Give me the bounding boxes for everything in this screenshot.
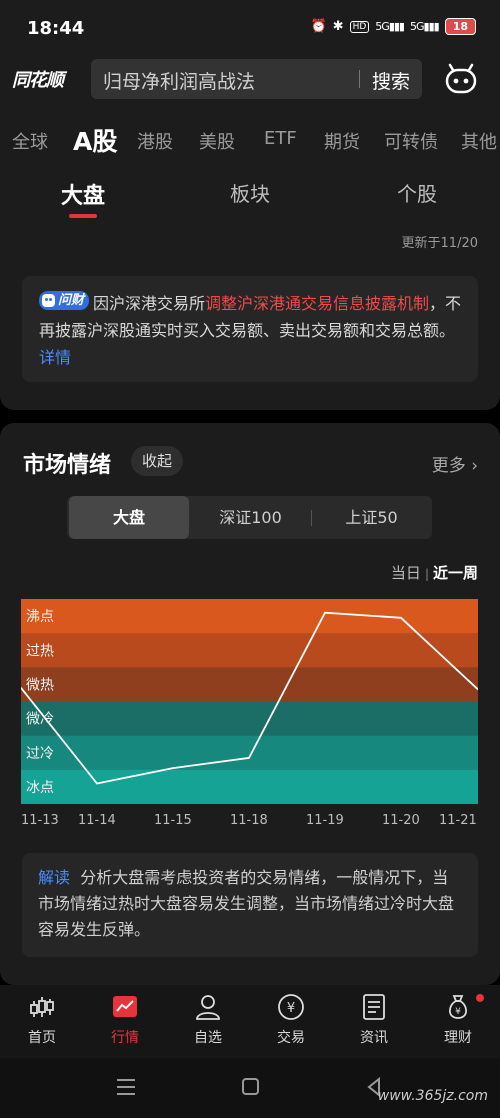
- sentiment-band: [21, 735, 478, 771]
- x-tick: 11-15: [154, 813, 192, 828]
- tab-etf[interactable]: ETF: [264, 128, 297, 149]
- notice-prefix: 因沪深港交易所: [93, 294, 206, 313]
- search-bar[interactable]: 归母净利润高战法 搜索: [91, 59, 422, 99]
- band-label: 冰点: [26, 780, 54, 796]
- interpretation-label: 解读: [38, 868, 71, 887]
- hd-icon: HD: [349, 20, 370, 33]
- x-tick: 11-18: [230, 813, 268, 828]
- updated-time: 更新于11/20: [401, 236, 478, 251]
- search-divider: [359, 70, 360, 88]
- nav-news[interactable]: 资讯: [334, 993, 414, 1047]
- battery-icon: 18: [444, 18, 476, 35]
- app-logo[interactable]: 同花顺: [12, 66, 64, 92]
- user-star-icon: [196, 995, 220, 1020]
- candlestick-icon: [30, 997, 54, 1017]
- tab-a-shares[interactable]: A股: [73, 122, 117, 158]
- notice-highlight[interactable]: 调整沪深港通交易信息披露机制: [205, 294, 429, 313]
- notification-dot: [476, 994, 484, 1002]
- index-segmented-control: 大盘 深证100 上证50: [67, 496, 432, 539]
- subtab-sectors[interactable]: 板块: [230, 178, 270, 207]
- market-sentiment-card: 市场情绪 收起 更多 › 大盘 深证100 上证50 当日 | 近一周 沸点过热微热…: [0, 423, 500, 985]
- svg-text:¥: ¥: [455, 1007, 461, 1017]
- sentiment-chart: 沸点 过热 微热 微冷 过冷 冰点: [20, 599, 479, 826]
- svg-text:¥: ¥: [287, 1001, 295, 1016]
- sentiment-title: 市场情绪: [23, 453, 112, 478]
- interpretation-body: 分析大盘需考虑投资者的交易情绪，一般情况下，当市场情绪过热时大盘容易发生调整，当…: [38, 868, 455, 939]
- notice-text: 问财 因沪深港交易所调整沪深港通交易信息披露机制，不再披露沪深股通实时买入交易额、…: [39, 290, 464, 371]
- band-label: 过冷: [26, 746, 54, 762]
- nav-trade[interactable]: ¥ 交易: [251, 993, 331, 1047]
- sentiment-chart-svg: 沸点过热微热微冷过冷冰点: [20, 599, 479, 805]
- nav-watchlist[interactable]: 自选: [168, 993, 248, 1047]
- home-square-icon[interactable]: [242, 1078, 259, 1095]
- market-chart-icon: [113, 996, 137, 1017]
- interpretation-box: 解读 分析大盘需考虑投资者的交易情绪，一般情况下，当市场情绪过热时大盘容易发生调…: [22, 853, 478, 957]
- x-tick: 11-19: [306, 813, 344, 828]
- system-navigation-bar: www.365jz.com: [0, 1058, 500, 1118]
- menu-icon[interactable]: [117, 1079, 135, 1095]
- segment-market[interactable]: 大盘: [69, 496, 189, 539]
- band-label: 微热: [26, 677, 54, 693]
- bluetooth-icon: ✱: [332, 19, 344, 34]
- period-week[interactable]: 近一周: [433, 564, 478, 582]
- document-icon: [363, 994, 385, 1020]
- subtab-index[interactable]: 大盘: [61, 178, 105, 210]
- nav-wealth[interactable]: ¥ 理财: [418, 993, 498, 1047]
- x-tick: 11-20: [382, 813, 420, 828]
- period-toggle: 当日 | 近一周: [391, 562, 478, 583]
- signal-icon-2: 5G▮▮▮: [409, 20, 440, 33]
- market-overview-card: 大盘 板块 个股 更新于11/20 问财 因沪深港交易所调整沪深港通交易信息披露机…: [0, 166, 500, 410]
- notice-box[interactable]: 问财 因沪深港交易所调整沪深港通交易信息披露机制，不再披露沪深股通实时买入交易额、…: [22, 276, 478, 382]
- bottom-navigation: 首页 行情 自选 ¥ 交易 资讯 ¥ 理财: [0, 985, 500, 1058]
- nav-market[interactable]: 行情: [85, 993, 165, 1047]
- market-tabs: 全球 A股 港股 美股 ETF 期货 可转债 其他: [0, 108, 500, 166]
- x-tick: 11-13: [21, 813, 59, 828]
- robot-assistant-icon[interactable]: [444, 62, 478, 96]
- more-link[interactable]: 更多 ›: [432, 451, 478, 476]
- wencai-badge: 问财: [39, 291, 90, 310]
- tab-futures[interactable]: 期货: [324, 128, 360, 154]
- status-bar: 18:44 ⏰ ✱ HD 5G▮▮▮ 5G▮▮▮ 18: [0, 0, 500, 52]
- tab-us-stocks[interactable]: 美股: [199, 128, 235, 154]
- tab-convertible-bonds[interactable]: 可转债: [384, 128, 438, 154]
- watermark: www.365jz.com: [377, 1088, 488, 1104]
- tab-other[interactable]: 其他: [461, 128, 497, 154]
- subtab-underline: [69, 214, 97, 218]
- sentiment-band: [21, 599, 478, 634]
- sentiment-band: [21, 667, 478, 702]
- status-icons: ⏰ ✱ HD 5G▮▮▮ 5G▮▮▮ 18: [310, 18, 476, 35]
- search-input[interactable]: 归母净利润高战法: [103, 67, 255, 94]
- band-label: 沸点: [26, 609, 54, 625]
- segment-sh50[interactable]: 上证50: [311, 496, 432, 539]
- signal-icon-1: 5G▮▮▮: [375, 20, 405, 33]
- period-separator: |: [424, 567, 429, 581]
- period-today[interactable]: 当日: [391, 564, 421, 582]
- alarm-icon: ⏰: [310, 19, 327, 34]
- sentiment-band: [21, 633, 478, 668]
- wencai-robot-icon: [42, 294, 55, 307]
- interpretation-text: 解读 分析大盘需考虑投资者的交易情绪，一般情况下，当市场情绪过热时大盘容易发生调…: [38, 865, 464, 943]
- status-time: 18:44: [27, 18, 85, 39]
- x-tick: 11-21: [439, 813, 477, 828]
- money-bag-icon: ¥: [448, 995, 468, 1019]
- nav-home[interactable]: 首页: [2, 993, 82, 1047]
- subtab-stocks[interactable]: 个股: [397, 178, 437, 207]
- tab-hk-stocks[interactable]: 港股: [137, 128, 173, 154]
- sentiment-band: [21, 701, 478, 737]
- segment-sz100[interactable]: 深证100: [190, 496, 311, 539]
- band-label: 过热: [26, 643, 54, 659]
- search-button[interactable]: 搜索: [372, 67, 410, 94]
- yen-coin-icon: ¥: [278, 994, 304, 1020]
- chevron-right-icon: ›: [471, 456, 478, 476]
- x-tick: 11-14: [78, 813, 116, 828]
- notice-details-link[interactable]: 详情: [39, 348, 71, 367]
- app-header: 同花顺 归母净利润高战法 搜索: [0, 52, 500, 108]
- collapse-button[interactable]: 收起: [131, 446, 184, 476]
- tab-global[interactable]: 全球: [12, 128, 48, 154]
